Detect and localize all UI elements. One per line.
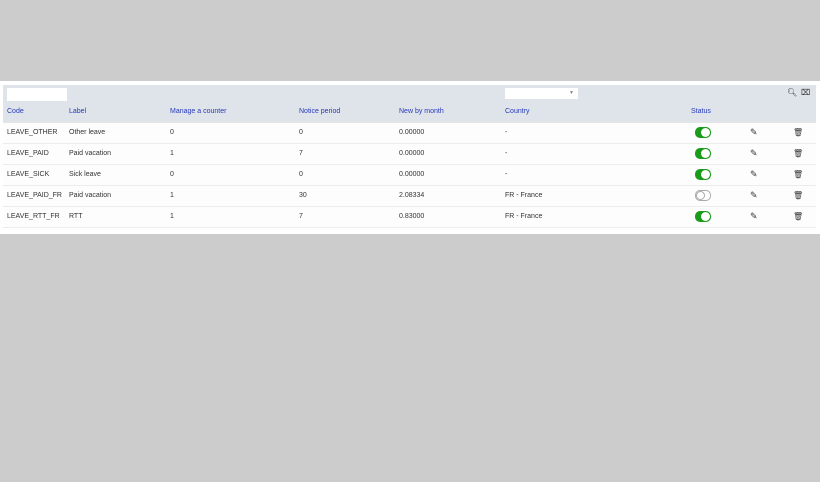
chevron-down-icon: ▼ xyxy=(569,90,574,96)
cell-code: LEAVE_OTHER xyxy=(7,129,58,136)
cell-month: 0.00000 xyxy=(399,150,425,157)
cell-month: 0.83000 xyxy=(399,213,425,220)
cell-month: 2.08334 xyxy=(399,192,425,199)
cell-counter: 0 xyxy=(170,171,174,178)
cell-country: - xyxy=(505,129,508,136)
status-toggle[interactable] xyxy=(695,169,711,180)
table-row: LEAVE_OTHER Other leave 0 0 0.00000 - ✎ 🗑︎ xyxy=(3,123,816,144)
cell-counter: 1 xyxy=(170,192,174,199)
code-filter-input[interactable] xyxy=(7,88,67,101)
column-status[interactable]: Status xyxy=(691,108,711,115)
pencil-icon[interactable]: ✎ xyxy=(750,127,758,138)
cell-label: Paid vacation xyxy=(69,150,112,157)
cell-month: 0.00000 xyxy=(399,171,425,178)
trash-icon[interactable]: 🗑︎ xyxy=(793,191,803,200)
column-country[interactable]: Country xyxy=(505,108,530,115)
trash-icon[interactable]: 🗑︎ xyxy=(793,170,803,179)
cell-country: FR - France xyxy=(505,192,543,199)
trash-icon[interactable]: 🗑︎ xyxy=(793,212,803,221)
cell-counter: 1 xyxy=(170,213,174,220)
cell-code: LEAVE_PAID_FR xyxy=(7,192,62,199)
table-row: LEAVE_RTT_FR RTT 1 7 0.83000 FR - France ✎ 🗑︎ xyxy=(3,207,816,228)
trash-icon[interactable]: 🗑︎ xyxy=(793,149,803,158)
pencil-icon[interactable]: ✎ xyxy=(750,169,758,180)
table-row: LEAVE_PAID Paid vacation 1 7 0.00000 - ✎ 🗑︎ xyxy=(3,144,816,165)
cell-label: Paid vacation xyxy=(69,192,112,199)
table-row: LEAVE_PAID_FR Paid vacation 1 30 2.08334 FR -… xyxy=(3,186,816,207)
cell-month: 0.00000 xyxy=(399,129,425,136)
leave-types-table: ▼ 🔍︎ ⌧ Code Label Manage a counter Notic… xyxy=(3,85,816,228)
cell-notice: 0 xyxy=(299,129,303,136)
trash-icon[interactable]: 🗑︎ xyxy=(793,128,803,137)
header-row: Code Label Manage a counter Notice perio… xyxy=(3,103,816,123)
search-icon[interactable]: 🔍︎ xyxy=(787,88,797,97)
cell-code: LEAVE_SICK xyxy=(7,171,50,178)
status-toggle[interactable] xyxy=(695,148,711,159)
cell-code: LEAVE_RTT_FR xyxy=(7,213,60,220)
cell-notice: 0 xyxy=(299,171,303,178)
country-filter-select[interactable]: ▼ xyxy=(505,88,578,99)
cell-label: Other leave xyxy=(69,129,106,136)
cell-country: - xyxy=(505,171,508,178)
cell-country: - xyxy=(505,150,508,157)
pencil-icon[interactable]: ✎ xyxy=(750,190,758,201)
cell-label: Sick leave xyxy=(69,171,101,178)
status-toggle[interactable] xyxy=(695,211,711,222)
pencil-icon[interactable]: ✎ xyxy=(750,211,758,222)
cell-counter: 1 xyxy=(170,150,174,157)
cell-notice: 30 xyxy=(299,192,307,199)
status-toggle[interactable] xyxy=(695,127,711,138)
column-counter[interactable]: Manage a counter xyxy=(170,108,226,115)
column-code[interactable]: Code xyxy=(7,108,24,115)
cell-country: FR - France xyxy=(505,213,543,220)
table-row: LEAVE_SICK Sick leave 0 0 0.00000 - ✎ 🗑︎ xyxy=(3,165,816,186)
column-notice[interactable]: Notice period xyxy=(299,108,340,115)
cell-notice: 7 xyxy=(299,150,303,157)
column-label[interactable]: Label xyxy=(69,108,86,115)
cell-label: RTT xyxy=(69,213,83,220)
status-toggle[interactable] xyxy=(695,190,711,201)
column-month[interactable]: New by month xyxy=(399,108,444,115)
cell-notice: 7 xyxy=(299,213,303,220)
pencil-icon[interactable]: ✎ xyxy=(750,148,758,159)
filter-row: ▼ 🔍︎ ⌧ xyxy=(3,85,816,103)
cell-counter: 0 xyxy=(170,129,174,136)
cell-code: LEAVE_PAID xyxy=(7,150,49,157)
clear-filter-icon[interactable]: ⌧ xyxy=(801,88,810,97)
